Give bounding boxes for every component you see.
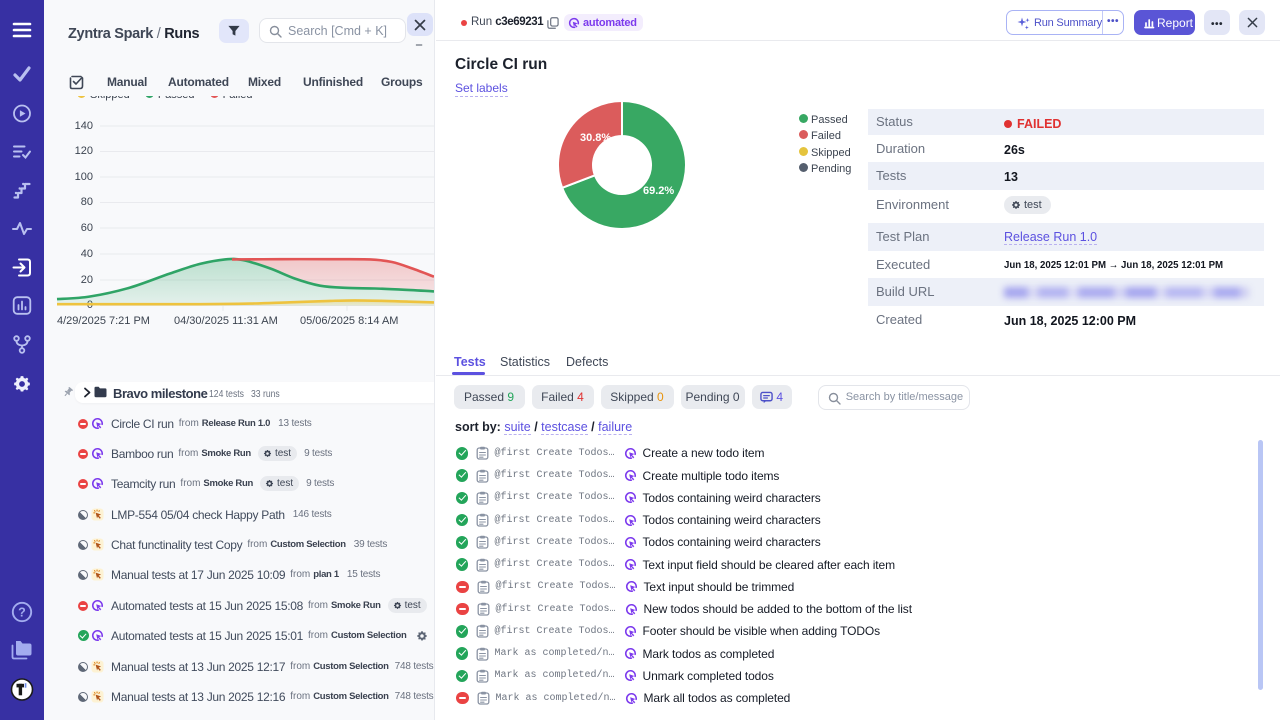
svg-text:69.2%: 69.2% bbox=[643, 185, 674, 197]
svg-text:?: ? bbox=[18, 605, 26, 619]
svg-text:30.8%: 30.8% bbox=[580, 132, 611, 144]
